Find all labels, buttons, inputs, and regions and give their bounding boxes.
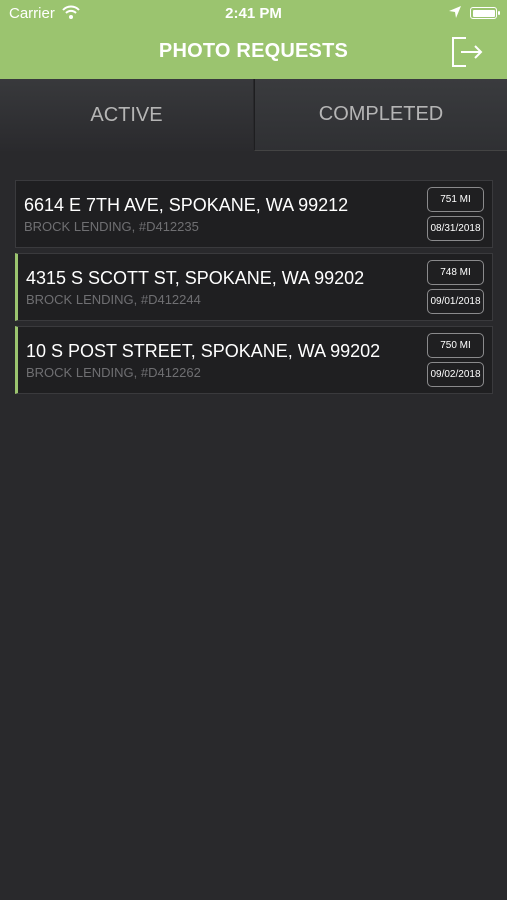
logout-button[interactable] bbox=[450, 35, 484, 69]
date-badge: 09/01/2018 bbox=[427, 289, 484, 314]
location-arrow-icon bbox=[448, 5, 462, 23]
app-header: Carrier 2:41 PM PHOTO REQUESTS bbox=[0, 0, 507, 79]
request-client: BROCK LENDING, #D412235 bbox=[24, 219, 199, 234]
request-card[interactable]: 10 S POST STREET, SPOKANE, WA 99202 BROC… bbox=[15, 326, 493, 394]
request-card[interactable]: 4315 S SCOTT ST, SPOKANE, WA 99202 BROCK… bbox=[15, 253, 493, 321]
tab-bar: ACTIVE COMPLETED bbox=[0, 79, 507, 151]
status-bar: Carrier 2:41 PM bbox=[0, 0, 507, 28]
request-address: 10 S POST STREET, SPOKANE, WA 99202 bbox=[26, 341, 381, 361]
request-client: BROCK LENDING, #D412244 bbox=[26, 292, 201, 307]
distance-badge: 750 MI bbox=[427, 333, 484, 358]
request-address: 6614 E 7TH AVE, SPOKANE, WA 99212 bbox=[24, 195, 349, 215]
date-badge: 09/02/2018 bbox=[427, 362, 484, 387]
distance-badge: 751 MI bbox=[427, 187, 484, 212]
logout-icon bbox=[452, 37, 483, 67]
date-badge: 08/31/2018 bbox=[427, 216, 484, 241]
request-client: BROCK LENDING, #D412262 bbox=[26, 365, 201, 380]
distance-badge: 748 MI bbox=[427, 260, 484, 285]
request-address: 4315 S SCOTT ST, SPOKANE, WA 99202 bbox=[26, 268, 365, 288]
battery-icon bbox=[470, 7, 500, 19]
tab-active[interactable]: ACTIVE bbox=[0, 79, 253, 151]
status-time: 2:41 PM bbox=[225, 5, 282, 22]
page-title: PHOTO REQUESTS bbox=[158, 40, 349, 62]
tab-completed[interactable]: COMPLETED bbox=[254, 79, 507, 151]
request-list: 6614 E 7TH AVE, SPOKANE, WA 99212 BROCK … bbox=[15, 180, 493, 399]
request-card[interactable]: 6614 E 7TH AVE, SPOKANE, WA 99212 BROCK … bbox=[15, 180, 493, 248]
